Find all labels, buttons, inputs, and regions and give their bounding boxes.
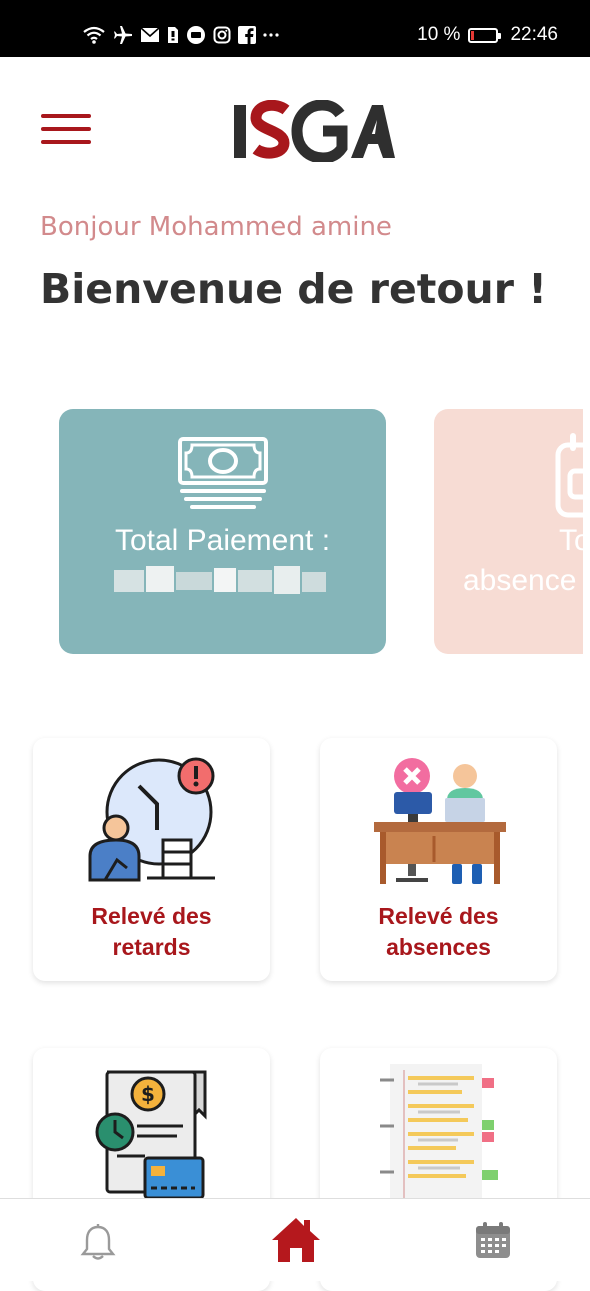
absence-report-tile[interactable]: Relevé des absences [320,738,557,981]
late-report-line2: retards [112,934,191,960]
total-payment-value-blurred [114,564,327,600]
calendar-icon [555,433,583,518]
facebook-icon [238,26,256,44]
bell-icon [80,1224,116,1260]
total-absence-label-partial: To [559,524,583,557]
absence-report-title: Relevé des absences [320,901,557,963]
cash-icon [178,437,268,509]
wifi-icon [82,26,106,44]
nav-calendar[interactable] [475,1221,511,1263]
sim-icon [167,26,179,44]
payment-invoice-icon: $ [95,1070,207,1200]
total-absence-label2-partial: absence [463,564,577,597]
airplane-icon [113,25,133,45]
home-icon [272,1218,320,1262]
late-report-line1: Relevé des [91,903,212,929]
message-icon [186,25,206,45]
total-payment-label: Total Paiement : [114,524,331,557]
nav-notifications[interactable] [80,1223,116,1265]
battery-icon [468,27,502,43]
calendar-icon [476,1222,510,1258]
welcome-heading: Bienvenue de retour ! [40,265,547,313]
clock: 22:46 [510,24,558,45]
svg-text:$: $ [141,1082,155,1106]
battery-percent: 10 % [417,24,461,45]
total-payment-card[interactable]: Total Paiement : [59,409,386,654]
late-report-tile[interactable]: Relevé des retards [33,738,270,981]
isga-logo [232,99,397,164]
bottom-navigation [0,1198,590,1281]
notes-icon [380,1064,498,1198]
greeting-text: Bonjour Mohammed amine [40,212,392,242]
status-right: 10 % 22:46 [417,20,558,50]
notification-icons [82,20,279,50]
status-bar: 10 % 22:46 [0,0,590,57]
mail-icon [140,27,160,43]
absence-report-line1: Relevé des [378,903,499,929]
absence-report-line2: absences [386,934,491,960]
instagram-icon [213,26,231,44]
total-absence-card[interactable]: To absence [434,409,583,654]
more-icon [263,32,279,38]
hamburger-menu-icon[interactable] [41,114,91,148]
late-report-icon [88,757,215,882]
absence-report-icon [374,758,506,884]
nav-home[interactable] [270,1216,322,1268]
late-report-title: Relevé des retards [33,901,270,963]
